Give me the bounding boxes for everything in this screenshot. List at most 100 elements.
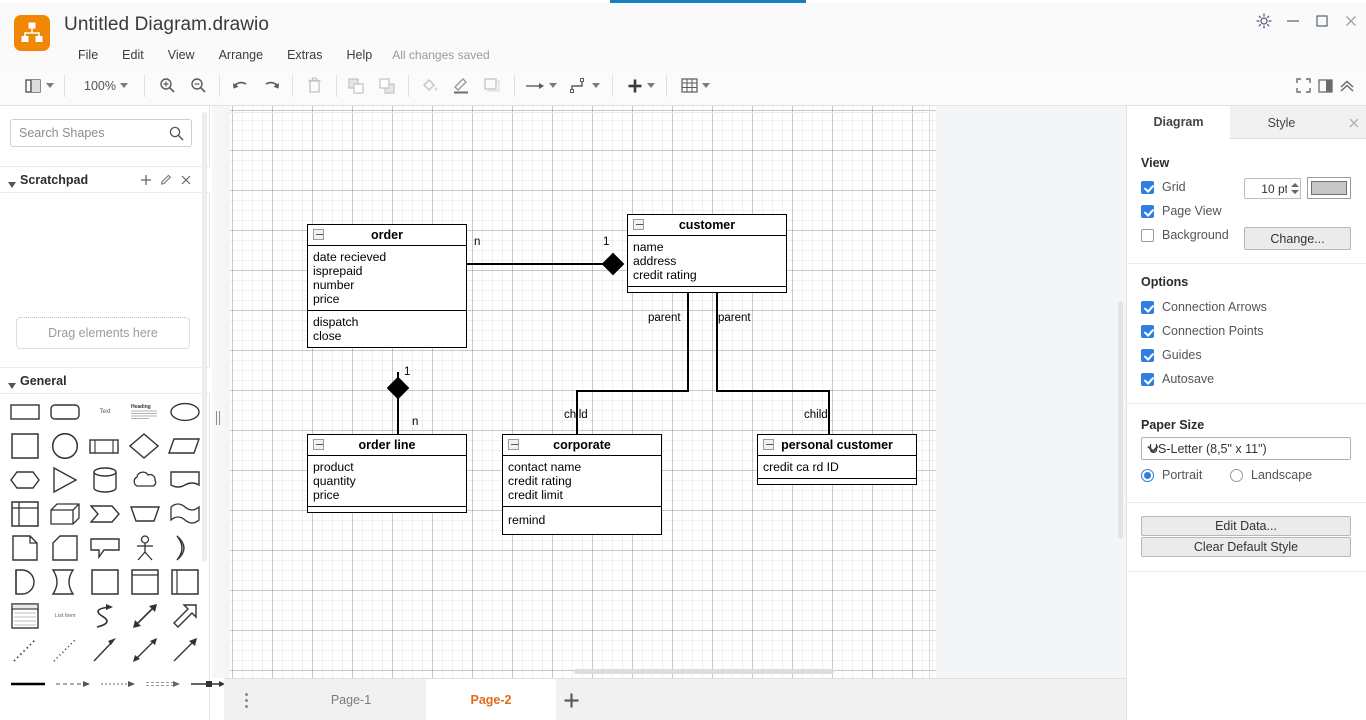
sidebar-scrollbar[interactable] (201, 112, 208, 562)
connection-arrows-checkbox[interactable] (1141, 300, 1154, 314)
edge-customer-corporate-v1[interactable] (687, 287, 689, 391)
entity-methods[interactable] (308, 507, 466, 512)
view-layout-icon[interactable] (20, 66, 58, 105)
landscape-radio[interactable] (1230, 468, 1243, 482)
menu-help[interactable]: Help (335, 46, 385, 64)
diagram-canvas[interactable]: n 1 1 n parent child parent child order … (224, 106, 1126, 678)
edge-customer-personal-h[interactable] (716, 390, 829, 392)
shape-bold-arrow[interactable] (169, 599, 200, 633)
page-view-checkbox[interactable] (1141, 204, 1154, 218)
insert-shape-icon[interactable] (622, 66, 660, 105)
canvas-horizontal-scrollbar[interactable] (574, 668, 834, 675)
shape-dotted-connector[interactable] (100, 667, 136, 701)
zoom-in-icon[interactable] (155, 66, 179, 105)
shape-and[interactable] (10, 565, 41, 599)
entity-methods[interactable]: dispatch close (308, 311, 466, 347)
shape-diamond[interactable] (128, 429, 160, 463)
shape-square[interactable] (10, 429, 41, 463)
canvas-vertical-scrollbar[interactable] (1117, 301, 1124, 539)
entity-attributes[interactable]: date recieved isprepaid number price (308, 246, 466, 311)
entity-customer[interactable]: customer name address credit rating (627, 214, 787, 293)
redo-icon[interactable] (259, 66, 283, 105)
shape-note[interactable] (10, 531, 41, 565)
shape-actor[interactable] (129, 531, 160, 565)
zoom-level-button[interactable]: 100% (76, 66, 136, 105)
edit-data-button[interactable]: Edit Data... (1141, 516, 1351, 536)
entity-personal-customer[interactable]: personal customer credit ca rd ID (757, 434, 917, 485)
shape-dotted-line[interactable] (10, 633, 41, 667)
shape-triangle[interactable] (50, 463, 81, 497)
menu-arrange[interactable]: Arrange (207, 46, 275, 64)
shape-vertical-container[interactable] (169, 565, 200, 599)
shape-directional-arrow[interactable] (169, 633, 200, 667)
entity-header[interactable]: personal customer (758, 435, 916, 456)
shape-circle[interactable] (50, 429, 81, 463)
entity-methods[interactable] (758, 479, 916, 484)
shape-list[interactable] (10, 599, 41, 633)
orientation-portrait-row[interactable]: Portrait (1141, 468, 1202, 482)
edge-style-icon[interactable] (522, 66, 560, 105)
shape-curve-arrow[interactable] (90, 599, 121, 633)
entity-order-line[interactable]: order line product quantity price (307, 434, 467, 513)
shape-ellipse[interactable] (169, 395, 200, 429)
entity-header[interactable]: order (308, 225, 466, 246)
shape-line[interactable] (90, 633, 121, 667)
shape-rectangle[interactable] (10, 395, 41, 429)
section-general-header[interactable]: General (0, 367, 210, 394)
autosave-row[interactable]: Autosave (1141, 372, 1214, 386)
plus-icon[interactable] (138, 172, 154, 188)
shape-trapezoid[interactable] (129, 497, 160, 531)
edge-customer-corporate-h[interactable] (576, 390, 689, 392)
collapse-toolbar-icon[interactable] (1335, 66, 1359, 105)
entity-order[interactable]: order date recieved isprepaid number pri… (307, 224, 467, 348)
page-view-checkbox-row[interactable]: Page View (1141, 204, 1222, 218)
tab-diagram[interactable]: Diagram (1127, 106, 1230, 139)
collapse-icon[interactable] (508, 439, 519, 450)
page-tab-page-2[interactable]: Page-2 (426, 679, 556, 720)
orientation-landscape-row[interactable]: Landscape (1230, 468, 1312, 482)
shape-rounded-rectangle[interactable] (50, 395, 81, 429)
shape-internal-storage[interactable] (10, 497, 41, 531)
shape-solid-link[interactable] (10, 667, 46, 701)
change-background-button[interactable]: Change... (1244, 227, 1351, 250)
edge-customer-personal-v2[interactable] (828, 390, 830, 434)
connection-arrows-row[interactable]: Connection Arrows (1141, 300, 1267, 314)
paper-size-select[interactable]: US-Letter (8,5" x 11") (1141, 437, 1351, 460)
shape-cube[interactable] (50, 497, 81, 531)
collapse-icon[interactable] (763, 439, 774, 450)
add-page-icon[interactable] (556, 679, 586, 720)
page-tab-page-1[interactable]: Page-1 (276, 679, 426, 720)
portrait-radio[interactable] (1141, 468, 1154, 482)
shape-tape[interactable] (169, 497, 200, 531)
shape-card[interactable] (50, 531, 81, 565)
search-icon[interactable] (169, 126, 184, 144)
entity-header[interactable]: customer (628, 215, 786, 236)
scratchpad-drop-area[interactable]: Drag elements here (16, 317, 190, 349)
close-icon[interactable] (1336, 9, 1366, 33)
section-scratchpad-header[interactable]: Scratchpad (0, 166, 210, 193)
shape-dashed-connector[interactable] (55, 667, 91, 701)
menu-edit[interactable]: Edit (110, 46, 156, 64)
shape-container[interactable] (90, 565, 121, 599)
shape-document[interactable] (169, 463, 200, 497)
connection-points-checkbox[interactable] (1141, 324, 1154, 338)
shape-double-arrow[interactable] (129, 599, 160, 633)
shape-step[interactable] (89, 497, 121, 531)
format-panel-icon[interactable] (1313, 66, 1337, 105)
collapse-icon[interactable] (313, 229, 324, 240)
shape-double-dash-connector[interactable] (145, 667, 181, 701)
entity-attributes[interactable]: contact name credit rating credit limit (503, 456, 661, 507)
shape-cylinder[interactable] (90, 463, 121, 497)
shape-dashed-line[interactable] (50, 633, 81, 667)
page-menu-kebab-icon[interactable] (236, 689, 256, 711)
entity-methods[interactable]: remind (503, 507, 661, 534)
entity-attributes[interactable]: name address credit rating (628, 236, 786, 287)
shape-parallelogram[interactable] (168, 429, 200, 463)
maximize-icon[interactable] (1307, 9, 1337, 33)
minimize-icon[interactable] (1278, 9, 1308, 33)
background-checkbox-row[interactable]: Background (1141, 228, 1229, 242)
shape-textbox[interactable]: Heading (129, 395, 160, 429)
fullscreen-icon[interactable] (1291, 66, 1315, 105)
menu-file[interactable]: File (66, 46, 110, 64)
search-shapes-container[interactable] (10, 119, 192, 147)
